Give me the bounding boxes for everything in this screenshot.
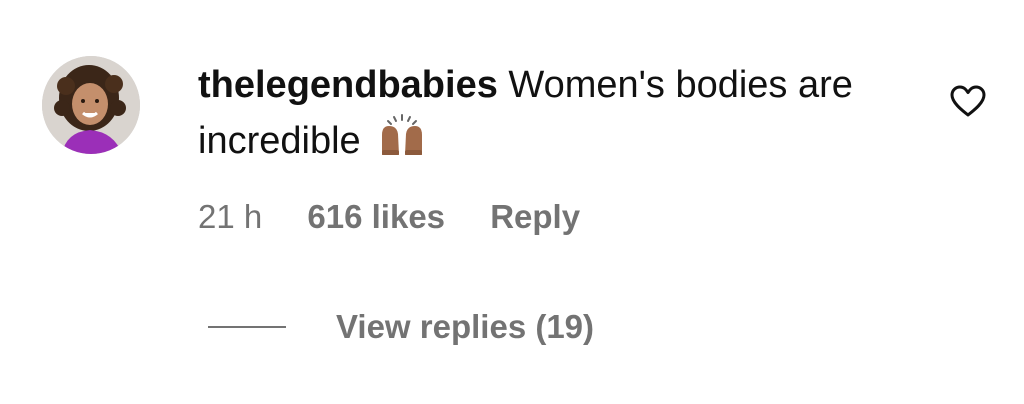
heart-outline-icon[interactable]: [949, 84, 987, 118]
raising-hands-icon: [379, 113, 425, 173]
likes-count-link[interactable]: 616 likes: [307, 196, 445, 238]
avatar-image: [42, 56, 140, 154]
comment-text: thelegendbabies Women's bodies are incre…: [198, 58, 918, 173]
avatar[interactable]: [42, 56, 140, 154]
reply-button[interactable]: Reply: [490, 196, 580, 238]
comment-meta: 21 h 616 likes Reply: [198, 196, 616, 238]
view-replies-label: View replies (19): [336, 308, 595, 345]
comment-username[interactable]: thelegendbabies: [198, 64, 498, 106]
view-replies-button[interactable]: View replies (19): [208, 306, 594, 348]
replies-divider-line: [208, 326, 286, 328]
comment-time: 21 h: [198, 198, 263, 235]
